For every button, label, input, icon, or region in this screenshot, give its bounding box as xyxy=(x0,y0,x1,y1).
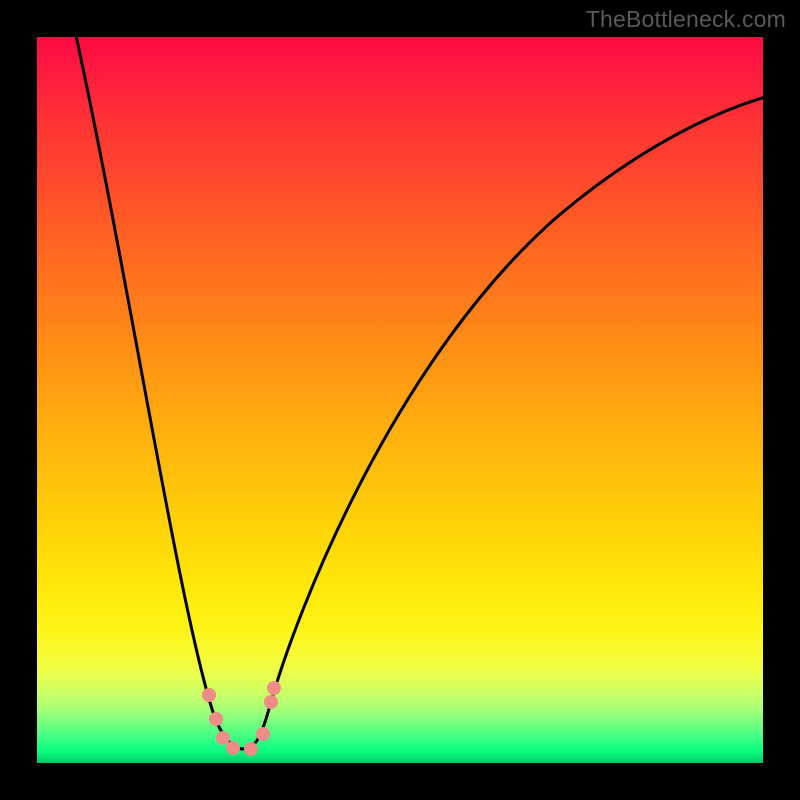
curve-marker xyxy=(244,742,258,756)
plot-area xyxy=(37,37,763,763)
curve-markers xyxy=(202,681,281,756)
curve-marker xyxy=(202,688,216,702)
curve-path xyxy=(72,37,763,749)
chart-frame: TheBottleneck.com xyxy=(0,0,800,800)
curve-marker xyxy=(209,712,223,726)
watermark-text: TheBottleneck.com xyxy=(586,6,786,33)
curve-marker xyxy=(256,727,270,741)
curve-marker xyxy=(264,695,278,709)
curve-marker xyxy=(226,741,240,755)
bottleneck-curve xyxy=(37,37,763,763)
curve-marker xyxy=(216,731,230,745)
curve-marker xyxy=(267,681,281,695)
